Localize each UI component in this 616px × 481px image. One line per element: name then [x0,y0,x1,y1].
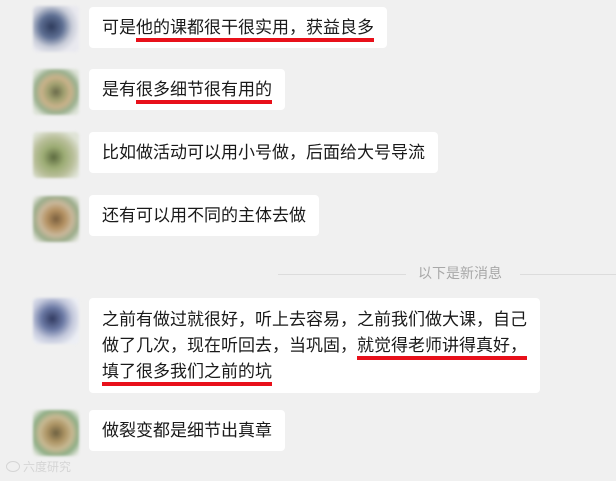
message-text: 之前有做过就很好，听上去容易，之前我们做大课，自己 [102,310,527,330]
message-line: 之前有做过就很好，听上去容易，之前我们做大课，自己 [102,307,527,333]
message-bubble[interactable]: 比如做活动可以用小号做，后面给大号导流 [89,132,438,173]
message-text: 做裂变都是细节出真章 [102,421,272,441]
sender-avatar[interactable] [33,69,79,115]
message-text: 还有可以用不同的主体去做 [102,206,306,226]
watermark: 六度研究 [6,458,71,475]
message-bubble[interactable]: 可是他的课都很干很实用，获益良多 [89,7,387,48]
sender-avatar[interactable] [33,410,79,456]
highlighted-text: 很多细节很有用的 [136,80,272,100]
highlighted-text: 填了很多我们之前的坑 [102,362,272,382]
message-bubble[interactable]: 还有可以用不同的主体去做 [89,195,319,236]
message-line: 填了很多我们之前的坑 [102,359,527,385]
message-bubble[interactable]: 做裂变都是细节出真章 [89,410,285,451]
sender-avatar[interactable] [33,196,79,242]
message-text: 比如做活动可以用小号做，后面给大号导流 [102,143,425,163]
message-bubble[interactable]: 是有很多细节很有用的 [89,69,285,110]
weibo-logo-icon [6,461,20,472]
sender-avatar[interactable] [33,132,79,178]
new-messages-divider: 以下是新消息 [418,266,502,282]
divider-line-left [278,274,406,275]
message-bubble[interactable]: 之前有做过就很好，听上去容易，之前我们做大课，自己 做了几次，现在听回去，当巩固… [89,298,540,393]
divider-line-right [520,274,616,275]
message-text: 做了几次，现在听回去，当巩固， [102,336,357,356]
message-text: 是有 [102,80,136,100]
message-text: 可是 [102,18,136,38]
message-line: 做了几次，现在听回去，当巩固，就觉得老师讲得真好， [102,333,527,359]
highlighted-text: 他的课都很干很实用，获益良多 [136,18,374,38]
highlighted-text: 就觉得老师讲得真好， [357,336,527,356]
sender-avatar[interactable] [33,298,79,344]
sender-avatar[interactable] [33,6,79,52]
watermark-text: 六度研究 [23,460,72,474]
